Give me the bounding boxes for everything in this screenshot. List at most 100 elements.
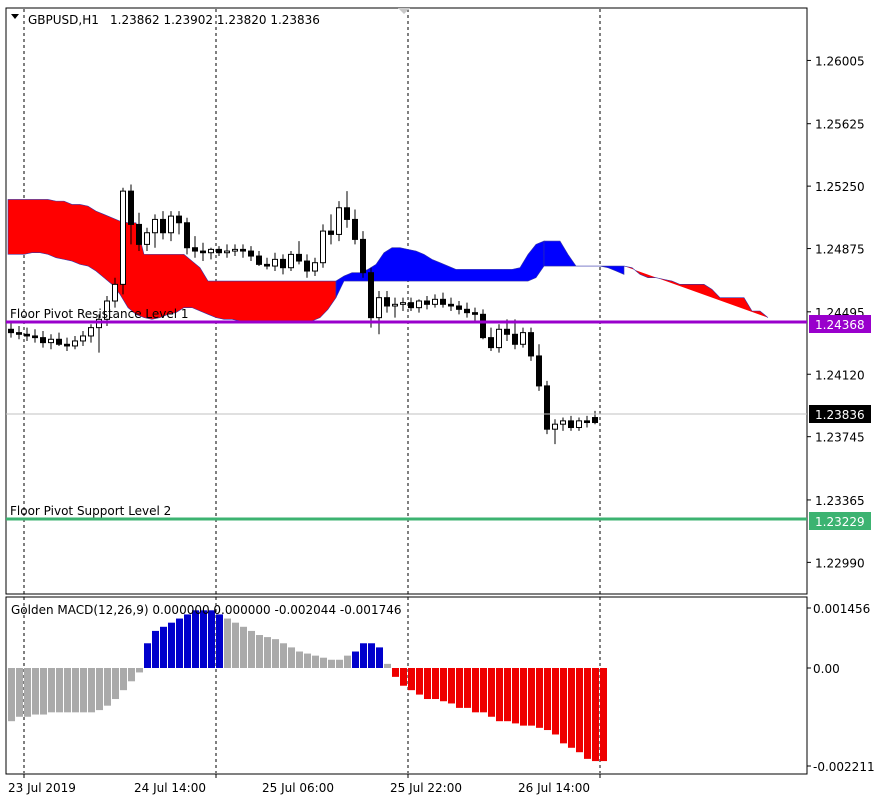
macd-bar — [96, 668, 103, 711]
symbol-title: GBPUSD,H1 — [28, 13, 99, 27]
time-axis[interactable]: 23 Jul 2019 24 Jul 14:00 25 Jul 06:00 25 Ju… — [8, 774, 601, 795]
macd-title: Golden MACD(12,26,9) 0.000000 0.000000 -… — [11, 603, 401, 617]
candle-body — [168, 215, 174, 234]
macd-tick-label: 0.00 — [813, 662, 840, 676]
candle-body — [120, 190, 126, 285]
resistance-price-label: 1.24368 — [815, 318, 865, 332]
macd-bar — [584, 668, 591, 759]
candle-body — [176, 215, 182, 224]
candle-body — [304, 260, 310, 272]
candle-body — [592, 417, 598, 424]
macd-bar — [432, 668, 439, 700]
ohlc-readout: 1.23862 1.23902 1.23820 1.23836 — [110, 13, 320, 27]
macd-bar — [400, 668, 407, 686]
macd-bar — [336, 659, 343, 668]
macd-axis[interactable]: 0.001456 0.00 -0.002211 — [807, 602, 875, 774]
macd-bar — [416, 668, 423, 695]
macd-tick-label: -0.002211 — [813, 760, 875, 774]
candle-body — [232, 248, 238, 252]
macd-bar — [232, 622, 239, 668]
candle-body — [256, 255, 262, 265]
candle-body — [40, 337, 46, 344]
candle-body — [584, 420, 590, 424]
candle-body — [480, 313, 486, 339]
chart-canvas[interactable]: GBPUSD,H1 1.23862 1.23902 1.23820 1.2383… — [0, 0, 882, 803]
macd-bar — [112, 668, 119, 700]
macd-bar — [256, 635, 263, 668]
candle-body — [72, 340, 78, 347]
macd-bar — [224, 618, 231, 668]
candle-body — [264, 263, 270, 267]
macd-bar — [440, 668, 447, 702]
macd-bar — [488, 668, 495, 717]
candle-body — [472, 312, 478, 315]
macd-bar — [80, 668, 87, 713]
candle-body — [496, 328, 502, 349]
candle-body — [368, 272, 374, 319]
candle-body — [544, 385, 550, 430]
macd-bar — [216, 614, 223, 668]
candle-body — [192, 247, 198, 252]
candle-body — [136, 223, 142, 245]
candle-body — [384, 297, 390, 307]
macd-bar — [144, 643, 151, 668]
price-axis[interactable]: 1.260051.256251.252501.248751.244951.241… — [807, 54, 865, 570]
macd-bar — [384, 663, 391, 668]
macd-bar — [344, 655, 351, 668]
price-tick-label: 1.26005 — [815, 54, 865, 68]
candle-body — [224, 250, 230, 254]
macd-bar — [184, 614, 191, 668]
price-tick-label: 1.23365 — [815, 494, 865, 508]
macd-bar — [328, 659, 335, 668]
candle-body — [24, 333, 30, 337]
macd-bar — [480, 668, 487, 713]
candle-body — [56, 338, 62, 345]
candle-body — [528, 332, 534, 357]
macd-bar — [424, 668, 431, 700]
time-tick-label: 23 Jul 2019 — [8, 781, 76, 795]
macd-bar — [304, 653, 311, 668]
macd-bar — [352, 651, 359, 668]
macd-bar — [408, 668, 415, 691]
macd-bar — [600, 668, 607, 762]
resistance-label: Floor Pivot Resistance Level 1 — [10, 307, 189, 321]
macd-bar — [208, 610, 215, 668]
macd-bar — [128, 668, 135, 682]
candle-body — [80, 335, 86, 342]
price-tick-label: 1.22990 — [815, 556, 865, 570]
macd-bar — [376, 647, 383, 668]
macd-bar — [104, 668, 111, 706]
macd-bar — [72, 668, 79, 713]
candle-body — [512, 333, 518, 345]
macd-tick-label: 0.001456 — [813, 602, 870, 616]
macd-bar — [280, 643, 287, 668]
macd-bar — [152, 630, 159, 668]
candle-body — [128, 190, 134, 225]
candle-body — [552, 423, 558, 430]
time-tick-label: 25 Jul 22:00 — [390, 781, 462, 795]
candle-body — [488, 337, 494, 349]
candle-body — [32, 335, 38, 339]
macd-bar — [560, 668, 567, 744]
candle-body — [408, 302, 414, 309]
chart-window[interactable]: GBPUSD,H1 1.23862 1.23902 1.23820 1.2383… — [0, 0, 882, 803]
macd-bar — [496, 668, 503, 722]
time-tick-label: 26 Jul 14:00 — [518, 781, 590, 795]
macd-bar — [200, 610, 207, 668]
macd-bar — [512, 668, 519, 724]
macd-bar — [136, 668, 143, 673]
macd-bar — [264, 637, 271, 668]
candle-body — [344, 207, 350, 220]
macd-bar — [368, 643, 375, 668]
candle-body — [464, 308, 470, 314]
macd-bar — [528, 668, 535, 726]
macd-bar — [56, 668, 63, 713]
macd-bar — [312, 655, 319, 668]
candle-body — [328, 230, 334, 235]
candle-body — [88, 327, 94, 337]
macd-bar — [392, 668, 399, 677]
candle-body — [456, 305, 462, 310]
time-tick-label: 25 Jul 06:00 — [262, 781, 334, 795]
macd-bar — [456, 668, 463, 708]
price-tick-label: 1.25625 — [815, 118, 865, 132]
